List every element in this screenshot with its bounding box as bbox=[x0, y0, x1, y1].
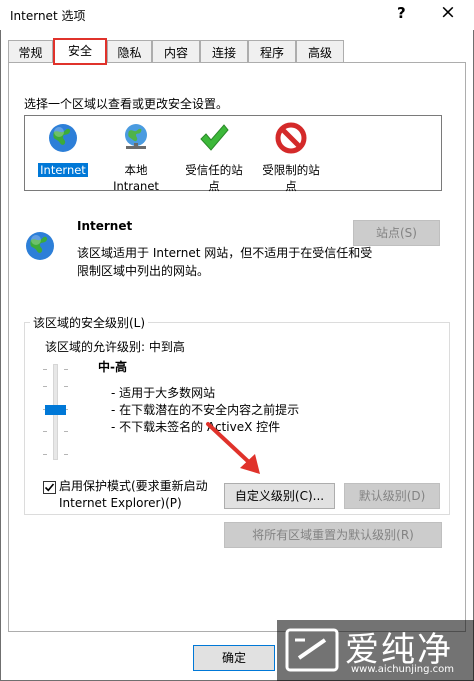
ok-button[interactable]: 确定 bbox=[193, 645, 275, 671]
tab-general[interactable]: 常规 bbox=[8, 40, 53, 63]
zone-description: 该区域适用于 Internet 网站，但不适用于在受信任和受限制区域中列出的网站… bbox=[77, 246, 373, 278]
checkmark-icon bbox=[44, 483, 55, 492]
red-arrow-icon bbox=[206, 422, 260, 474]
level-bullet: - 在下载潜在的不安全内容之前提示 bbox=[111, 403, 300, 417]
tab-security[interactable]: 安全 bbox=[53, 38, 107, 64]
default-level-button[interactable]: 默认级别(D) bbox=[344, 483, 440, 509]
level-name: 中-高 bbox=[98, 360, 127, 374]
title-bar: Internet 选项 ? × bbox=[0, 0, 474, 30]
help-button[interactable]: ? bbox=[397, 4, 406, 22]
zone-local-intranet[interactable]: 本地 Intranet bbox=[111, 122, 161, 194]
zone-list: Internet 本地 Intranet 受信任的站 点 受限制的站 点 bbox=[24, 115, 442, 194]
restricted-icon bbox=[275, 122, 307, 154]
tab-connections[interactable]: 连接 bbox=[200, 40, 248, 63]
watermark: 爱纯净 www.aichunjing.com bbox=[277, 620, 474, 681]
reset-all-zones-button[interactable]: 将所有区域重置为默认级别(R) bbox=[224, 522, 442, 548]
allowed-level-text: 该区域的允许级别: 中到高 bbox=[45, 340, 185, 354]
zone-trusted-sites[interactable]: 受信任的站 点 bbox=[180, 122, 248, 194]
instruction-text: 选择一个区域以查看或更改安全设置。 bbox=[24, 97, 229, 111]
tab-advanced[interactable]: 高级 bbox=[296, 40, 344, 63]
watermark-url: www.aichunjing.com bbox=[351, 664, 454, 675]
close-button[interactable]: × bbox=[440, 2, 456, 22]
custom-level-button[interactable]: 自定义级别(C)... bbox=[224, 483, 335, 509]
zone-restricted-sites[interactable]: 受限制的站 点 bbox=[257, 122, 325, 194]
zone-label: 受信任的站 点 bbox=[185, 163, 243, 193]
window-title: Internet 选项 bbox=[10, 9, 86, 23]
green-check-icon bbox=[200, 124, 229, 151]
globe-icon bbox=[26, 232, 54, 260]
slider-thumb[interactable] bbox=[45, 405, 66, 415]
watermark-logo-icon bbox=[285, 628, 339, 672]
zone-title: Internet bbox=[77, 219, 133, 233]
tab-privacy[interactable]: 隐私 bbox=[107, 40, 152, 63]
tab-programs[interactable]: 程序 bbox=[248, 40, 296, 63]
level-bullet: - 适用于大多数网站 bbox=[111, 386, 216, 400]
group-title: 该区域的安全级别(L) bbox=[30, 314, 149, 331]
tab-content[interactable]: 内容 bbox=[152, 40, 200, 63]
globe-icon bbox=[49, 124, 77, 152]
zone-label: 本地 Intranet bbox=[113, 163, 159, 193]
zone-label: Internet bbox=[38, 163, 88, 177]
intranet-globe-icon bbox=[125, 124, 147, 149]
sites-button[interactable]: 站点(S) bbox=[353, 220, 440, 246]
protected-mode-label: 启用保护模式(要求重新启动 Internet Explorer)(P) bbox=[59, 479, 208, 510]
zone-label: 受限制的站 点 bbox=[262, 163, 320, 193]
protected-mode-checkbox[interactable] bbox=[43, 481, 56, 494]
zone-internet[interactable]: Internet bbox=[37, 122, 89, 178]
